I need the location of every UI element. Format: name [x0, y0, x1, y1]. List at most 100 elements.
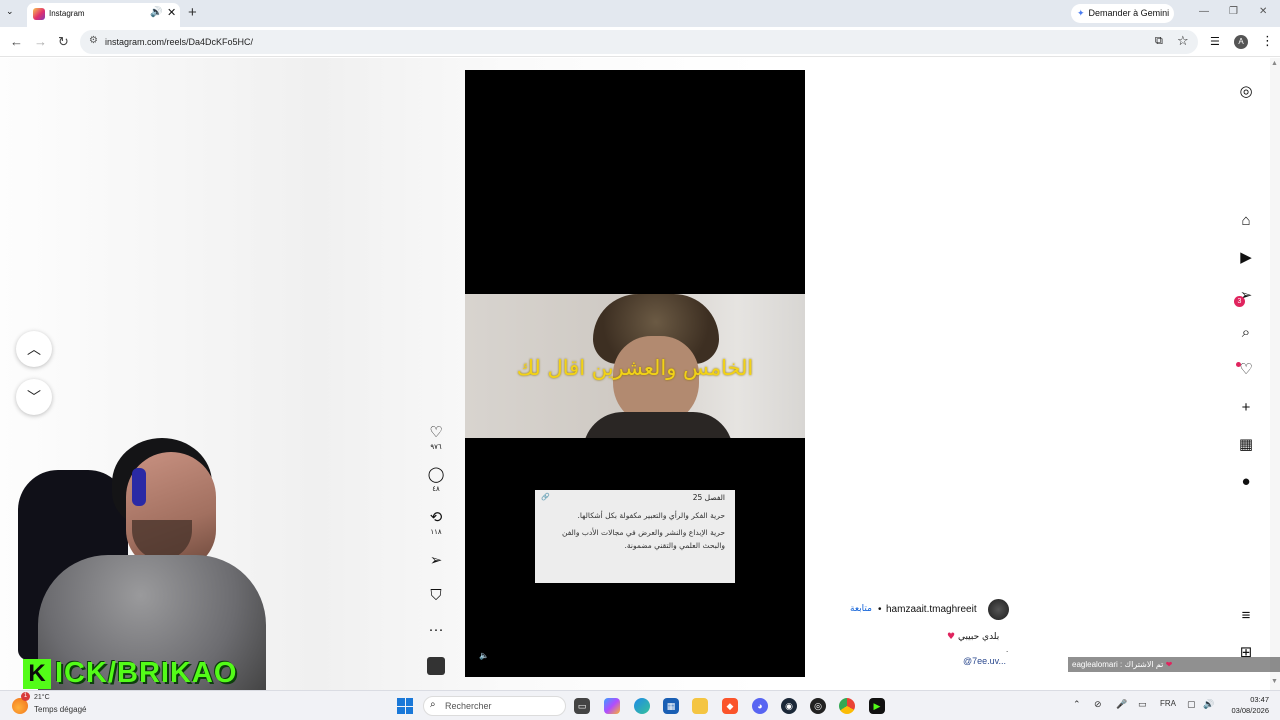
- chevron-down-icon: ﹀: [27, 389, 41, 405]
- instagram-logo-icon[interactable]: ◎: [1236, 82, 1256, 102]
- url-text[interactable]: instagram.com/reels/Da4DcKFo5HC/: [105, 37, 253, 47]
- law-text-card: الفصل 25 🔗 حرية الفكر والرأي والتعبير مك…: [535, 490, 735, 583]
- language-indicator[interactable]: FRA: [1160, 699, 1176, 708]
- bookmark-icon[interactable]: ⛉: [420, 588, 452, 604]
- window-close-button[interactable]: ✕: [1259, 6, 1267, 17]
- chrome-icon[interactable]: [839, 698, 855, 714]
- send-icon[interactable]: ➢: [420, 553, 452, 569]
- brave-icon[interactable]: ◆: [722, 698, 738, 714]
- comment-icon[interactable]: ◯: [420, 467, 452, 483]
- clock-time: 03:47: [1250, 695, 1269, 704]
- task-view-icon[interactable]: ▭: [574, 698, 590, 714]
- site-info-icon[interactable]: ⚙: [89, 35, 98, 46]
- sound-toggle-icon[interactable]: 🔈: [479, 651, 489, 660]
- audio-thumbnail[interactable]: [427, 657, 445, 675]
- heart-icon[interactable]: ♡: [420, 425, 452, 441]
- windows-start-icon[interactable]: [397, 698, 413, 714]
- address-toolbar: ← → ↻ ⚙ instagram.com/reels/Da4DcKFo5HC/…: [0, 27, 1280, 57]
- tab-audio-icon[interactable]: 🔊: [150, 7, 162, 18]
- video-frame: الخامس والعشرين اقال لك: [465, 294, 805, 438]
- tab-bar: ⌄ Instagram 🔊 ✕ + ✦ Demander à Gemini — ❐…: [0, 0, 1280, 27]
- file-explorer-icon[interactable]: [692, 698, 708, 714]
- subscription-alert: eaglealomari : تم الاشتراك ❤: [1068, 657, 1280, 672]
- minimize-button[interactable]: —: [1199, 6, 1209, 17]
- kick-logo-letter: K: [23, 659, 51, 689]
- microphone-icon[interactable]: 🎤: [1116, 699, 1127, 710]
- home-icon[interactable]: ⌂: [1236, 211, 1256, 231]
- network-off-icon[interactable]: ⊘: [1094, 699, 1102, 710]
- tab-title: Instagram: [49, 9, 85, 18]
- tray-overflow-icon[interactable]: ⌃: [1073, 699, 1081, 710]
- headset-earcup: [132, 468, 146, 506]
- share-action[interactable]: ➢: [420, 553, 452, 569]
- search-icon[interactable]: ⌕: [1236, 323, 1256, 343]
- browser-menu-icon[interactable]: ⋮: [1261, 33, 1274, 49]
- obs-icon[interactable]: ◎: [810, 698, 826, 714]
- caption-text: بلدي حبيبي: [957, 632, 1000, 642]
- reading-list-icon[interactable]: ☰: [1210, 35, 1220, 48]
- forward-button[interactable]: →: [34, 34, 47, 49]
- author-avatar[interactable]: [988, 599, 1009, 620]
- weather-condition[interactable]: Temps dégagé: [34, 705, 86, 714]
- like-count: ٩٧٦: [430, 443, 442, 451]
- dashboard-icon[interactable]: ▦: [1236, 435, 1256, 455]
- edge-icon[interactable]: [634, 698, 650, 714]
- tab-search-icon[interactable]: ⌄: [6, 6, 14, 17]
- comment-action[interactable]: ◯ ٤٨: [420, 467, 452, 494]
- notification-dot: [1236, 362, 1241, 367]
- hamburger-menu-icon[interactable]: ≡: [1236, 606, 1256, 626]
- save-action[interactable]: ⛉: [420, 588, 452, 604]
- reload-button[interactable]: ↻: [58, 34, 69, 50]
- scroll-up-arrow-icon[interactable]: ▲: [1271, 60, 1278, 67]
- tab-close-icon[interactable]: ✕: [167, 6, 176, 19]
- copilot-icon[interactable]: [604, 698, 620, 714]
- reel-video[interactable]: الخامس والعشرين اقال لك الفصل 25 🔗 حرية …: [465, 70, 805, 677]
- bookmark-star-icon[interactable]: ☆: [1177, 33, 1189, 49]
- person-shirt: [583, 412, 733, 438]
- weather-badge: 1: [21, 692, 30, 701]
- page-scrollbar[interactable]: ▲ ▼: [1270, 58, 1280, 690]
- tab-instagram[interactable]: Instagram 🔊 ✕: [27, 3, 180, 27]
- more-dots-icon[interactable]: ···: [420, 622, 452, 638]
- link-icon: 🔗: [541, 493, 550, 501]
- weather-temperature[interactable]: 21°C: [34, 694, 50, 701]
- post-caption: بلدي حبيبي ♥: [947, 632, 999, 642]
- previous-reel-button[interactable]: ︿: [16, 331, 52, 367]
- steam-icon[interactable]: ◉: [781, 698, 797, 714]
- video-subtitle: الخامس والعشرين اقال لك: [516, 356, 754, 380]
- kick-channel-name: ICK/BRIKAO: [55, 657, 238, 689]
- scroll-down-arrow-icon[interactable]: ▼: [1271, 678, 1278, 685]
- taskbar-search[interactable]: ⌕ Rechercher: [423, 696, 566, 716]
- tray-app-icon[interactable]: ▭: [1138, 699, 1147, 710]
- caption-mention[interactable]: @7ee.uv...: [963, 656, 1006, 666]
- address-bar[interactable]: ⚙ instagram.com/reels/Da4DcKFo5HC/ ⧉ ☆: [80, 30, 1198, 54]
- back-button[interactable]: ←: [10, 34, 23, 49]
- instagram-favicon-icon: [33, 8, 45, 20]
- more-options[interactable]: ···: [420, 622, 452, 638]
- gemini-button[interactable]: ✦ Demander à Gemini: [1071, 4, 1174, 23]
- repost-icon[interactable]: ⟲: [420, 510, 452, 526]
- repost-action[interactable]: ⟲ ١١٨: [420, 510, 452, 537]
- card-heading: الفصل 25: [692, 493, 725, 502]
- profile-avatar[interactable]: A: [1234, 35, 1248, 49]
- clock-date: 03/08/2026: [1231, 706, 1269, 715]
- create-plus-icon[interactable]: +: [1236, 398, 1256, 418]
- new-tab-button[interactable]: +: [188, 4, 197, 21]
- chevron-up-icon: ︿: [27, 341, 41, 357]
- reels-icon[interactable]: ▶: [1236, 248, 1256, 268]
- profile-icon[interactable]: ●: [1236, 472, 1256, 492]
- display-icon[interactable]: ▢: [1187, 699, 1196, 710]
- install-app-icon[interactable]: ⧉: [1155, 35, 1163, 48]
- kick-app-icon[interactable]: ▶: [869, 698, 885, 714]
- separator-dot: •: [878, 604, 882, 615]
- store-icon[interactable]: ▦: [663, 698, 679, 714]
- follow-button[interactable]: متابعة: [850, 604, 872, 614]
- next-reel-button[interactable]: ﹀: [16, 379, 52, 415]
- like-action[interactable]: ♡ ٩٧٦: [420, 425, 452, 452]
- system-clock[interactable]: 03:47 03/08/2026: [1221, 694, 1269, 716]
- restore-button[interactable]: ❐: [1229, 6, 1238, 17]
- comment-count: ٤٨: [432, 485, 440, 493]
- discord-icon[interactable]: ◕: [752, 698, 768, 714]
- author-username[interactable]: hamzaait.tmaghreeit: [886, 604, 977, 615]
- volume-icon[interactable]: 🔊: [1203, 699, 1214, 710]
